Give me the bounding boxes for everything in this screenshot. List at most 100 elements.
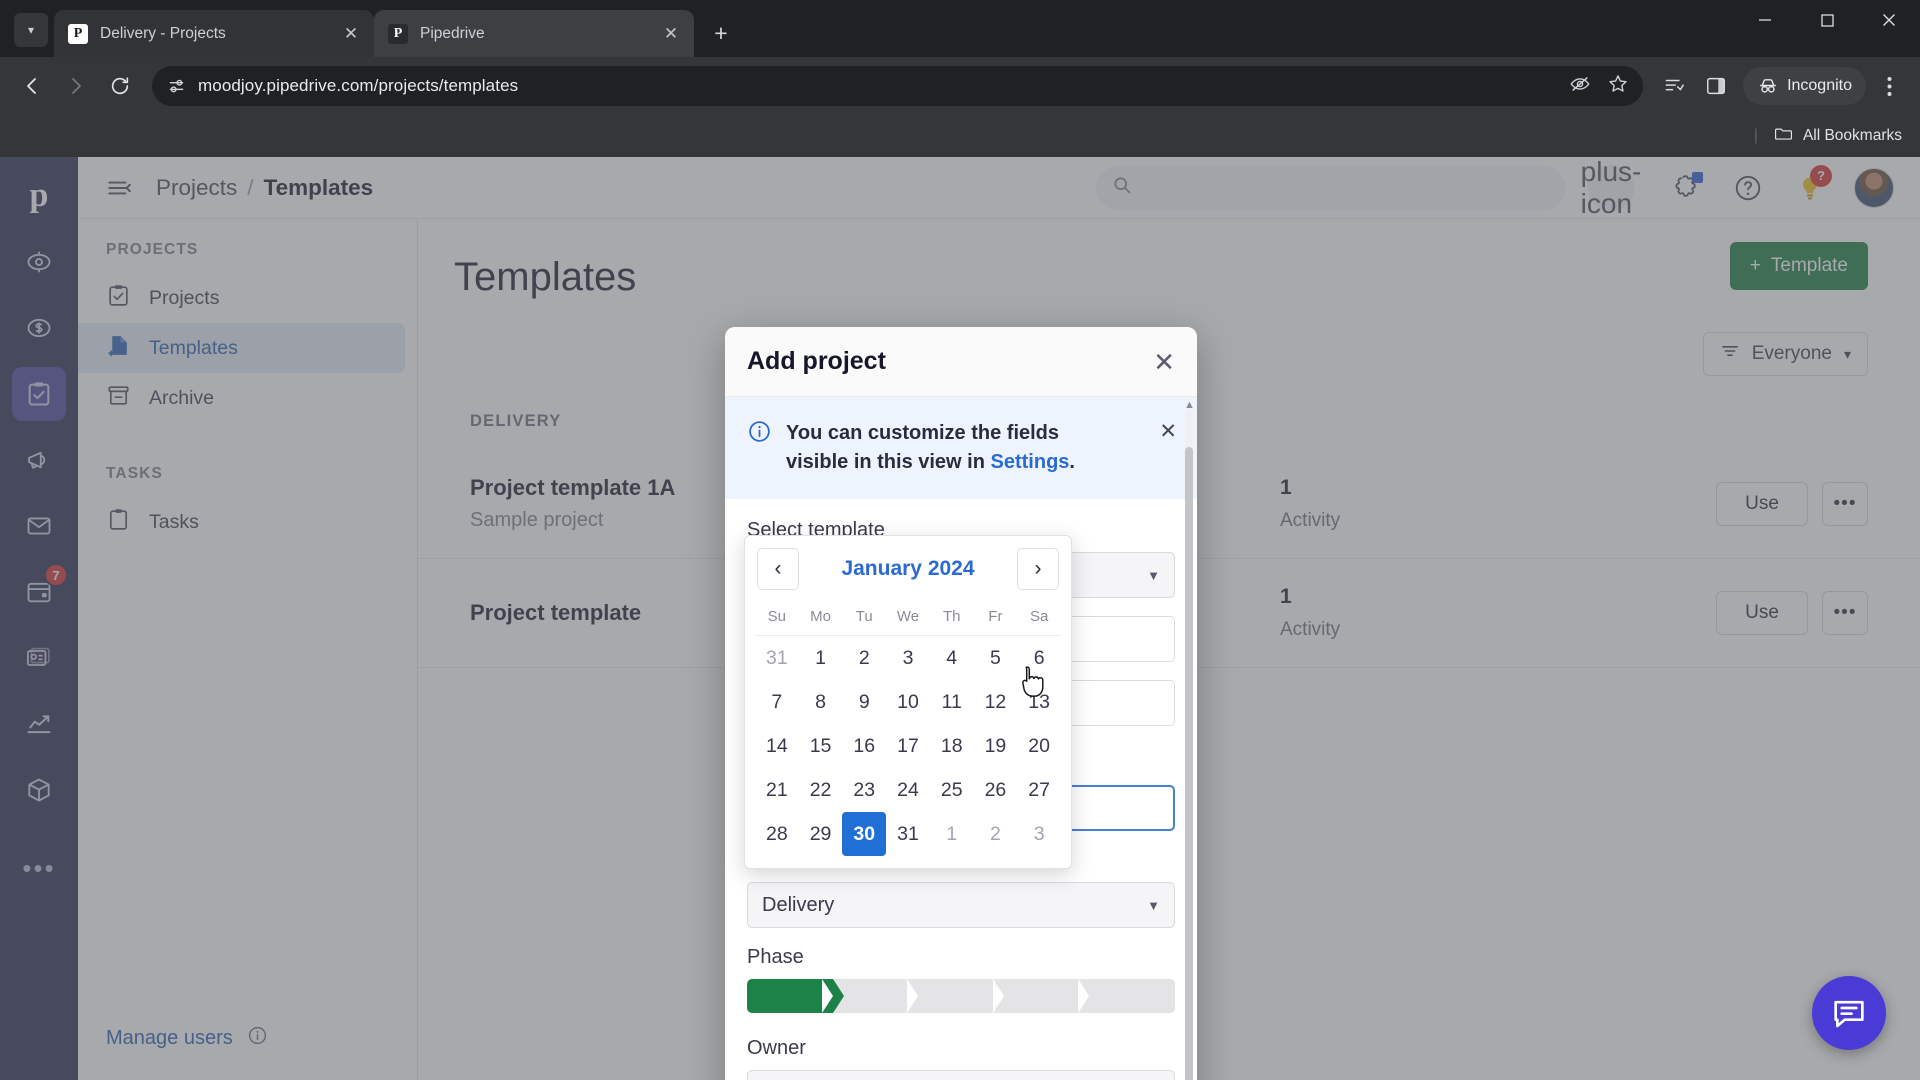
calendar-day[interactable]: 31 [886, 812, 930, 856]
phase-stepper[interactable] [747, 979, 1175, 1013]
minimize-button[interactable] [1734, 0, 1796, 40]
calendar-day[interactable]: 27 [1017, 768, 1061, 812]
phase-segment-1[interactable] [747, 979, 844, 1013]
calendar-day[interactable]: 4 [930, 636, 974, 680]
prev-month-button[interactable]: ‹ [757, 548, 799, 590]
calendar-day[interactable]: 14 [755, 724, 799, 768]
board-select[interactable]: Delivery ▼ [747, 882, 1175, 928]
reading-list-icon[interactable] [1655, 67, 1693, 105]
banner-close-icon[interactable]: ✕ [1159, 419, 1177, 442]
calendar-day[interactable]: 12 [974, 680, 1018, 724]
owner-label: Owner [747, 1037, 806, 1059]
calendar-day[interactable]: 30 [842, 812, 887, 856]
calendar-day[interactable]: 3 [1017, 812, 1061, 856]
calendar-day[interactable]: 2 [842, 636, 886, 680]
tab-favicon: P [68, 23, 88, 44]
dow-fr: Fr [973, 600, 1018, 636]
incognito-indicator[interactable]: Incognito [1743, 67, 1866, 105]
modal-scrollbar[interactable]: ▲ ▼ [1184, 399, 1195, 1080]
tab-close-icon[interactable]: ✕ [338, 21, 364, 47]
address-bar[interactable]: moodjoy.pipedrive.com/projects/templates [152, 66, 1644, 106]
calendar-day[interactable]: 24 [886, 768, 930, 812]
calendar-day[interactable]: 19 [974, 724, 1018, 768]
page-viewport: p [0, 157, 1920, 1080]
owner-select[interactable] [747, 1070, 1175, 1080]
new-tab-button[interactable]: + [704, 16, 738, 50]
calendar-day[interactable]: 5 [974, 636, 1018, 680]
dow-su: Su [755, 600, 799, 636]
bookmarks-bar: | All Bookmarks [0, 115, 1920, 157]
modal-title: Add project [747, 347, 886, 375]
star-icon[interactable] [1607, 73, 1629, 100]
calendar-day[interactable]: 16 [842, 724, 886, 768]
url-text: moodjoy.pipedrive.com/projects/templates [198, 76, 519, 95]
chevron-down-icon: ▼ [1147, 567, 1160, 583]
tab-favicon: P [388, 23, 408, 44]
tab-close-icon[interactable]: ✕ [658, 21, 684, 47]
calendar-day[interactable]: 1 [799, 636, 843, 680]
calendar-day[interactable]: 15 [799, 724, 843, 768]
calendar-day[interactable]: 21 [755, 768, 799, 812]
calendar-day[interactable]: 11 [930, 680, 974, 724]
board-value: Delivery [762, 893, 835, 916]
browser-toolbar: moodjoy.pipedrive.com/projects/templates [0, 57, 1920, 115]
chat-bubble-icon[interactable] [1812, 976, 1886, 1050]
calendar-day[interactable]: 17 [886, 724, 930, 768]
side-panel-icon[interactable] [1697, 67, 1735, 105]
close-window-button[interactable] [1858, 0, 1920, 40]
current-month-label: January 2024 [841, 557, 975, 580]
calendar-day[interactable]: 7 [755, 680, 799, 724]
browser-tab-2[interactable]: P Pipedrive ✕ [374, 10, 694, 57]
calendar-day[interactable]: 8 [799, 680, 843, 724]
calendar-day[interactable]: 22 [799, 768, 843, 812]
settings-link[interactable]: Settings [991, 451, 1070, 473]
back-button[interactable] [12, 66, 52, 106]
info-circle-icon [747, 419, 772, 449]
calendar-day[interactable]: 20 [1017, 724, 1061, 768]
incognito-label: Incognito [1787, 77, 1852, 94]
banner-line1: You can customize the fields [786, 422, 1060, 444]
calendar-day[interactable]: 23 [842, 768, 886, 812]
calendar-day[interactable]: 28 [755, 812, 799, 856]
modal-header: Add project ✕ [725, 327, 1197, 397]
phase-segment-5[interactable] [1078, 979, 1175, 1013]
dow-tu: Tu [842, 600, 887, 636]
calendar-day[interactable]: 25 [930, 768, 974, 812]
scrollbar-thumb[interactable] [1185, 447, 1193, 1080]
tab-title: Delivery - Projects [100, 24, 226, 42]
phase-segment-4[interactable] [992, 979, 1100, 1013]
chevron-down-icon: ▼ [1147, 897, 1160, 913]
kebab-menu-icon[interactable] [1870, 67, 1908, 105]
maximize-button[interactable] [1796, 0, 1858, 40]
calendar-day[interactable]: 2 [974, 812, 1018, 856]
banner-line2-suffix: . [1069, 451, 1075, 473]
eye-off-icon[interactable] [1569, 73, 1591, 100]
calendar-day[interactable]: 3 [886, 636, 930, 680]
browser-window: ▾ P Delivery - Projects ✕ P Pipedrive ✕ … [0, 0, 1920, 1080]
phase-segment-3[interactable] [907, 979, 1015, 1013]
forward-button[interactable] [56, 66, 96, 106]
calendar-day[interactable]: 10 [886, 680, 930, 724]
day-of-week-row: Su Mo Tu We Th Fr Sa [755, 600, 1061, 636]
browser-tab-1[interactable]: P Delivery - Projects ✕ [54, 10, 374, 57]
calendar-day[interactable]: 9 [842, 680, 886, 724]
calendar-day[interactable]: 31 [755, 636, 799, 680]
calendar-day[interactable]: 18 [930, 724, 974, 768]
tab-title: Pipedrive [420, 24, 485, 42]
phase-segment-2[interactable] [821, 979, 929, 1013]
tab-strip: ▾ P Delivery - Projects ✕ P Pipedrive ✕ … [0, 0, 1920, 57]
calendar-day[interactable]: 29 [799, 812, 843, 856]
window-controls [1734, 0, 1920, 57]
calendar-day[interactable]: 1 [930, 812, 974, 856]
folder-icon [1774, 124, 1793, 148]
all-bookmarks-label[interactable]: All Bookmarks [1803, 127, 1902, 145]
scroll-up-arrow[interactable]: ▲ [1184, 399, 1195, 411]
site-settings-icon[interactable] [166, 76, 186, 96]
tab-search-icon[interactable]: ▾ [14, 13, 48, 47]
dow-we: We [886, 600, 930, 636]
calendar-day[interactable]: 26 [974, 768, 1018, 812]
phase-label: Phase [747, 946, 804, 968]
reload-button[interactable] [100, 66, 140, 106]
close-icon[interactable]: ✕ [1153, 349, 1175, 375]
next-month-button[interactable]: › [1016, 548, 1059, 590]
